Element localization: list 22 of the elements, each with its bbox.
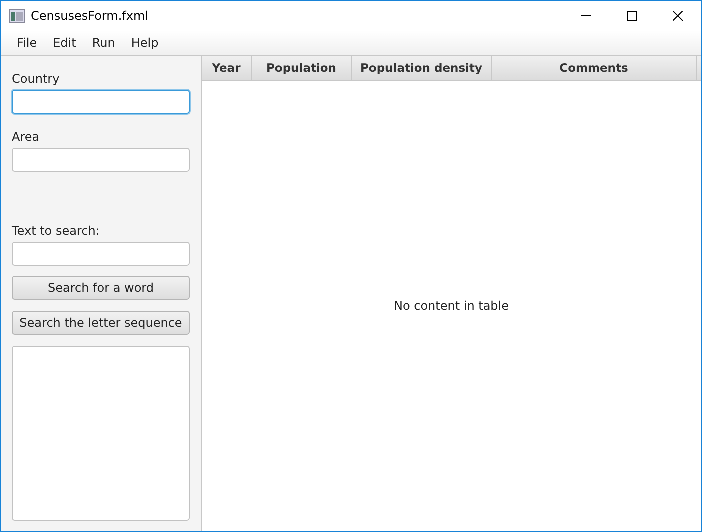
- column-header[interactable]: Population density: [352, 56, 492, 80]
- search-button[interactable]: Search for a word: [12, 276, 190, 300]
- field-label: Country: [12, 72, 61, 86]
- input-field[interactable]: [12, 90, 190, 114]
- input-field[interactable]: [12, 242, 190, 266]
- search-button[interactable]: Search the letter sequence: [12, 311, 190, 335]
- menu-item[interactable]: Help: [123, 36, 167, 50]
- close-icon: [673, 11, 683, 21]
- field-label: Area: [12, 130, 41, 144]
- window-title: CensusesForm.fxml: [31, 9, 150, 23]
- app-icon: [9, 9, 25, 23]
- column-header[interactable]: Year: [202, 56, 252, 80]
- column-header[interactable]: Comments: [492, 56, 697, 80]
- menu-item[interactable]: File: [9, 36, 46, 50]
- menu-item[interactable]: Run: [84, 36, 124, 50]
- menu-item[interactable]: Edit: [45, 36, 84, 50]
- empty-table-message: No content in table: [394, 299, 510, 313]
- maximize-icon: [627, 11, 637, 21]
- column-header[interactable]: Population: [252, 56, 352, 80]
- field-label: Text to search:: [12, 224, 101, 238]
- text-area[interactable]: [12, 346, 190, 521]
- input-field[interactable]: [12, 148, 190, 172]
